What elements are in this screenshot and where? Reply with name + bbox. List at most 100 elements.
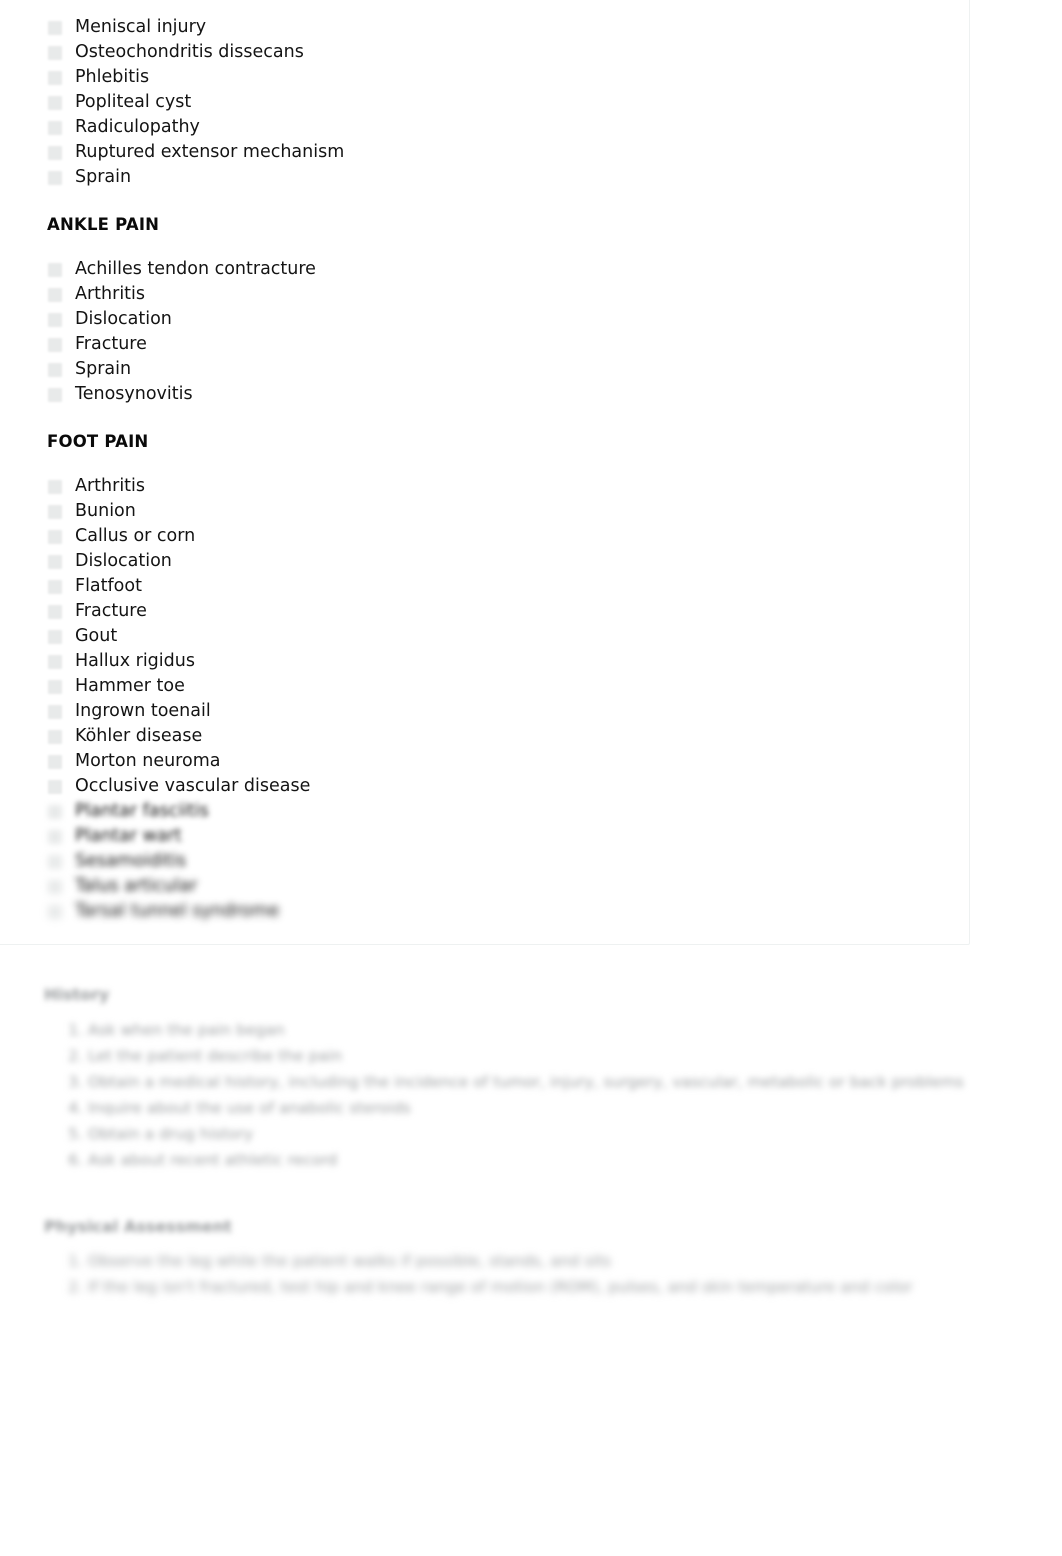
checkbox-icon[interactable]	[48, 855, 62, 869]
list-item-label: Achilles tendon contracture	[75, 259, 316, 279]
checkbox-icon[interactable]	[48, 705, 62, 719]
list-item-label: Tarsal tunnel syndrome	[75, 901, 280, 921]
differential-diagnosis-card: Meniscal injury Osteochondritis dissecan…	[0, 0, 970, 945]
checkbox-icon[interactable]	[48, 605, 62, 619]
list-item[interactable]: Arthritis	[47, 282, 955, 307]
checkbox-icon[interactable]	[48, 780, 62, 794]
list-item[interactable]: Osteochondritis dissecans	[47, 40, 955, 65]
list-item[interactable]: Sesamoiditis	[47, 849, 955, 874]
history-step-label: Ask about recent athletic record	[88, 1151, 338, 1169]
list-item-label: Hammer toe	[75, 676, 185, 696]
list-item[interactable]: Occlusive vascular disease	[47, 774, 955, 799]
checkbox-icon[interactable]	[48, 830, 62, 844]
checklist-foot-pain: Arthritis Bunion Callus or corn Dislocat…	[47, 474, 955, 924]
checkbox-icon[interactable]	[48, 171, 62, 185]
list-item: Let the patient describe the pain	[88, 1044, 994, 1068]
list-item[interactable]: Sprain	[47, 357, 955, 382]
list-item[interactable]: Bunion	[47, 499, 955, 524]
list-item-label: Flatfoot	[75, 576, 142, 596]
list-item[interactable]: Morton neuroma	[47, 749, 955, 774]
list-item[interactable]: Plantar wart	[47, 824, 955, 849]
list-item[interactable]: Ingrown toenail	[47, 699, 955, 724]
checkbox-icon[interactable]	[48, 655, 62, 669]
checkbox-icon[interactable]	[48, 146, 62, 160]
list-item-label: Ruptured extensor mechanism	[75, 142, 345, 162]
checkbox-icon[interactable]	[48, 555, 62, 569]
list-item[interactable]: Hammer toe	[47, 674, 955, 699]
history-step-label: Obtain a drug history	[88, 1125, 254, 1143]
checkbox-icon[interactable]	[48, 505, 62, 519]
list-item[interactable]: Flatfoot	[47, 574, 955, 599]
checkbox-icon[interactable]	[48, 630, 62, 644]
checkbox-icon[interactable]	[48, 121, 62, 135]
list-item[interactable]: Fracture	[47, 332, 955, 357]
list-item-label: Sprain	[75, 359, 132, 379]
list-item-label: Callus or corn	[75, 526, 196, 546]
checkbox-icon[interactable]	[48, 21, 62, 35]
list-item[interactable]: Dislocation	[47, 307, 955, 332]
list-item-label: Gout	[75, 626, 118, 646]
list-item[interactable]: Arthritis	[47, 474, 955, 499]
checkbox-icon[interactable]	[48, 530, 62, 544]
list-item[interactable]: Ruptured extensor mechanism	[47, 140, 955, 165]
list-item-label: Arthritis	[75, 284, 146, 304]
section-heading-ankle-pain: ANKLE PAIN	[47, 215, 160, 234]
history-step-label: Inquire about the use of anabolic steroi…	[88, 1099, 411, 1117]
list-item[interactable]: Talus articular	[47, 874, 955, 899]
list-item[interactable]: Meniscal injury	[47, 15, 955, 40]
checkbox-icon[interactable]	[48, 805, 62, 819]
list-item-label: Fracture	[75, 601, 147, 621]
history-heading: History	[44, 985, 110, 1004]
checkbox-icon[interactable]	[48, 46, 62, 60]
checkbox-icon[interactable]	[48, 71, 62, 85]
checkbox-icon[interactable]	[48, 96, 62, 110]
list-item[interactable]: Tenosynovitis	[47, 382, 955, 407]
list-item[interactable]: Tarsal tunnel syndrome	[47, 899, 955, 924]
history-steps: Ask when the pain began Let the patient …	[44, 1018, 994, 1172]
list-item-label: Dislocation	[75, 551, 172, 571]
list-item[interactable]: Fracture	[47, 599, 955, 624]
checkbox-icon[interactable]	[48, 313, 62, 327]
list-item[interactable]: Popliteal cyst	[47, 90, 955, 115]
list-item[interactable]: Sprain	[47, 165, 955, 190]
checkbox-icon[interactable]	[48, 755, 62, 769]
list-item[interactable]: Phlebitis	[47, 65, 955, 90]
list-item[interactable]: Plantar fasciitis	[47, 799, 955, 824]
list-item-label: Sesamoiditis	[75, 851, 187, 871]
section-knee-pain-continued: Meniscal injury Osteochondritis dissecan…	[47, 15, 955, 190]
checkbox-icon[interactable]	[48, 480, 62, 494]
checkbox-icon[interactable]	[48, 263, 62, 277]
list-item[interactable]: Callus or corn	[47, 524, 955, 549]
history-step-label: Ask when the pain began	[88, 1021, 285, 1039]
checkbox-icon[interactable]	[48, 680, 62, 694]
list-item-label: Ingrown toenail	[75, 701, 211, 721]
assessment-step-label: If the leg isn't fractured, test hip and…	[88, 1278, 913, 1296]
list-item-label: Morton neuroma	[75, 751, 221, 771]
list-item-label: Phlebitis	[75, 67, 150, 87]
history-step-label: Obtain a medical history, including the …	[88, 1073, 964, 1091]
checkbox-icon[interactable]	[48, 905, 62, 919]
list-item[interactable]: Hallux rigidus	[47, 649, 955, 674]
checkbox-icon[interactable]	[48, 363, 62, 377]
list-item-label: Meniscal injury	[75, 17, 207, 37]
checkbox-icon[interactable]	[48, 338, 62, 352]
list-item[interactable]: Dislocation	[47, 549, 955, 574]
history-section: History Ask when the pain began Let the …	[44, 984, 994, 1174]
list-item-label: Köhler disease	[75, 726, 203, 746]
checklist-ankle-pain: Achilles tendon contracture Arthritis Di…	[47, 257, 955, 407]
list-item: Obtain a medical history, including the …	[88, 1070, 994, 1094]
checkbox-icon[interactable]	[48, 288, 62, 302]
checkbox-icon[interactable]	[48, 388, 62, 402]
list-item[interactable]: Gout	[47, 624, 955, 649]
list-item-label: Plantar fasciitis	[75, 801, 209, 821]
checkbox-icon[interactable]	[48, 730, 62, 744]
list-item[interactable]: Radiculopathy	[47, 115, 955, 140]
list-item[interactable]: Achilles tendon contracture	[47, 257, 955, 282]
list-item[interactable]: Köhler disease	[47, 724, 955, 749]
list-item: Ask about recent athletic record	[88, 1148, 994, 1172]
checkbox-icon[interactable]	[48, 580, 62, 594]
checkbox-icon[interactable]	[48, 880, 62, 894]
